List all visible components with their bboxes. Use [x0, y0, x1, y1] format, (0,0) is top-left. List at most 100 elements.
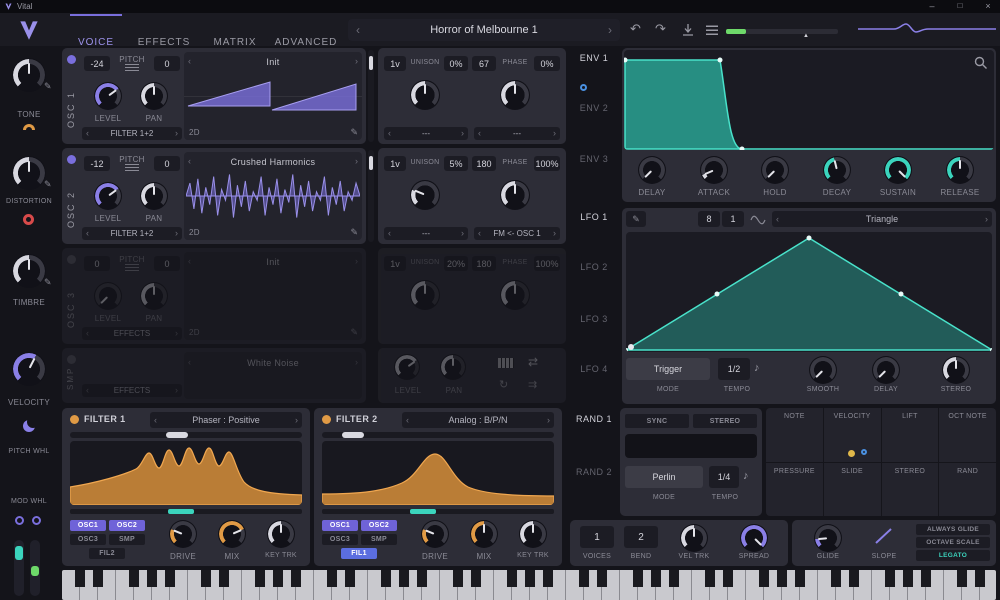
lfo-display[interactable]	[626, 232, 992, 352]
tab-env3[interactable]: ENV 3	[570, 154, 618, 164]
osc3-phase-rand[interactable]: 100%	[534, 256, 560, 271]
filter1-morph-slider[interactable]	[70, 432, 302, 438]
osc2-transpose-value[interactable]: -12	[84, 156, 110, 171]
keyboard[interactable]	[62, 570, 996, 600]
filter2-keytrack-knob[interactable]	[519, 520, 547, 548]
filter1-mix-knob[interactable]	[218, 520, 246, 548]
redo-icon[interactable]: ↷	[655, 22, 666, 35]
filter1-response-display[interactable]	[70, 441, 302, 505]
osc2-power-toggle[interactable]	[67, 155, 76, 164]
chevron-right-icon[interactable]: ›	[985, 215, 988, 224]
mod-indicator-amber-dot[interactable]	[848, 450, 855, 457]
wavetable-prev-icon[interactable]: ‹	[188, 257, 191, 266]
always-glide-button[interactable]: ALWAYS GLIDE	[916, 524, 990, 535]
chevron-right-icon[interactable]: ›	[175, 229, 178, 238]
tab-lfo1[interactable]: LFO 1	[570, 212, 618, 222]
osc1-transpose-value[interactable]: -24	[84, 56, 110, 71]
osc1-phase-rand[interactable]: 0%	[534, 56, 560, 71]
rand-tempo-value[interactable]: 1/4	[709, 466, 739, 488]
lfo-delay-knob[interactable]	[872, 356, 900, 384]
filter2-type-select[interactable]: ‹ Analog : B/P/N ›	[402, 412, 554, 428]
distortion-mod-icon[interactable]	[23, 214, 34, 225]
osc1-level-knob[interactable]	[94, 82, 122, 110]
osc2-unison-voices[interactable]: 1v	[384, 156, 406, 171]
filter2-input-osc2[interactable]: OSC2	[361, 520, 397, 531]
filter1-type-select[interactable]: ‹ Phaser : Positive ›	[150, 412, 302, 428]
lfo-mode-select[interactable]: Trigger	[626, 358, 710, 380]
tone-edit-icon[interactable]: ✎	[44, 82, 52, 91]
osc1-morph-slider[interactable]	[368, 50, 374, 142]
lfo-grid-denominator[interactable]: 1	[722, 211, 744, 227]
velocity-track-knob[interactable]	[680, 524, 708, 552]
tab-rand1[interactable]: RAND 1	[570, 414, 618, 424]
osc1-wavetable-display[interactable]: ‹ Init › 2D ✎	[184, 52, 362, 140]
osc2-wavetable-display[interactable]: ‹ Crushed Harmonics › 2D ✎	[184, 152, 362, 240]
sample-prev-icon[interactable]: ‹	[188, 358, 191, 367]
osc1-unison-knob[interactable]	[410, 80, 440, 110]
loop-icon[interactable]: ↻	[499, 380, 508, 391]
advance-icon[interactable]: ⇉	[528, 380, 537, 391]
tab-lfo2[interactable]: LFO 2	[570, 262, 618, 272]
osc1-unison-voices[interactable]: 1v	[384, 56, 406, 71]
filter2-input-osc1[interactable]: OSC1	[322, 520, 358, 531]
osc1-unison-detune[interactable]: 0%	[444, 56, 468, 71]
save-icon[interactable]	[681, 23, 695, 37]
mod-source-rand[interactable]: RAND	[939, 463, 996, 517]
volume-marker-icon[interactable]: ▲	[803, 33, 809, 39]
tab-effects[interactable]: EFFECTS	[134, 37, 194, 48]
wavetable-next-icon[interactable]: ›	[355, 57, 358, 66]
osc3-level-knob[interactable]	[94, 282, 122, 310]
chevron-right-icon[interactable]: ›	[175, 329, 178, 338]
wavetable-edit-icon[interactable]: ✎	[350, 228, 358, 237]
osc1-dest-b-select[interactable]: ‹ --- ›	[474, 127, 560, 140]
filter2-mix-knob[interactable]	[470, 520, 498, 548]
filter1-cutoff-slider[interactable]	[70, 509, 302, 514]
env-attack-knob[interactable]	[700, 156, 728, 184]
filter2-power-toggle[interactable]	[322, 415, 331, 424]
osc2-dest-b-select[interactable]: ‹ FM <- OSC 1 ›	[474, 227, 560, 240]
wavetable-edit-icon[interactable]: ✎	[350, 128, 358, 137]
smp-power-toggle[interactable]	[67, 355, 76, 364]
wavetable-next-icon[interactable]: ›	[355, 257, 358, 266]
filter2-morph-handle[interactable]	[342, 432, 364, 438]
wavetable-frames-icon[interactable]	[125, 264, 139, 271]
chevron-right-icon[interactable]: ›	[553, 229, 556, 238]
tab-lfo3[interactable]: LFO 3	[570, 314, 618, 324]
note-icon[interactable]: ♪	[743, 471, 749, 482]
chevron-right-icon[interactable]: ›	[461, 129, 464, 138]
lfo-phase-handle[interactable]	[628, 344, 634, 350]
undo-icon[interactable]: ↶	[630, 22, 641, 35]
filter2-morph-slider[interactable]	[322, 432, 554, 438]
envelope-display[interactable]	[624, 50, 994, 150]
osc3-tune-value[interactable]: 0	[154, 256, 180, 271]
spread-knob[interactable]	[740, 524, 768, 552]
maximize-button[interactable]: □	[952, 1, 968, 10]
tab-matrix[interactable]: MATRIX	[207, 37, 263, 48]
smp-pan-knob[interactable]	[440, 354, 466, 380]
lfo-edit-button[interactable]: ✎	[626, 211, 646, 227]
keyboard-track-icon[interactable]	[498, 358, 514, 368]
osc3-wavetable-display[interactable]: ‹ Init › 2D ✎	[184, 252, 362, 340]
mod-source-lift[interactable]: LIFT	[882, 408, 939, 462]
osc2-frame-mode[interactable]: 2D	[189, 228, 209, 237]
voices-value[interactable]: 1	[580, 526, 614, 548]
lfo-shape-select[interactable]: ‹ Triangle ›	[772, 211, 992, 227]
legato-button[interactable]: LEGATO	[916, 550, 990, 561]
osc3-pan-knob[interactable]	[140, 282, 168, 310]
chevron-right-icon[interactable]: ›	[547, 416, 550, 425]
filter2-drive-knob[interactable]	[421, 520, 449, 548]
osc3-power-toggle[interactable]	[67, 255, 76, 264]
env-delay-knob[interactable]	[638, 156, 666, 184]
osc3-frame-mode[interactable]: 2D	[189, 328, 209, 337]
slope-icon[interactable]	[874, 526, 894, 546]
smp-sample-name[interactable]: White Noise	[204, 358, 342, 368]
osc1-phase-value[interactable]: 67	[472, 56, 496, 71]
timbre-edit-icon[interactable]: ✎	[44, 278, 52, 287]
osc2-wavetable-name[interactable]: Crushed Harmonics	[204, 157, 342, 167]
tab-rand2[interactable]: RAND 2	[570, 467, 618, 477]
osc1-phase-knob[interactable]	[500, 80, 530, 110]
osc1-morph-handle[interactable]	[369, 56, 373, 70]
filter2-cutoff-slider[interactable]	[322, 509, 554, 514]
vital-logo-icon[interactable]	[16, 17, 42, 43]
osc2-phase-rand[interactable]: 100%	[534, 156, 560, 171]
